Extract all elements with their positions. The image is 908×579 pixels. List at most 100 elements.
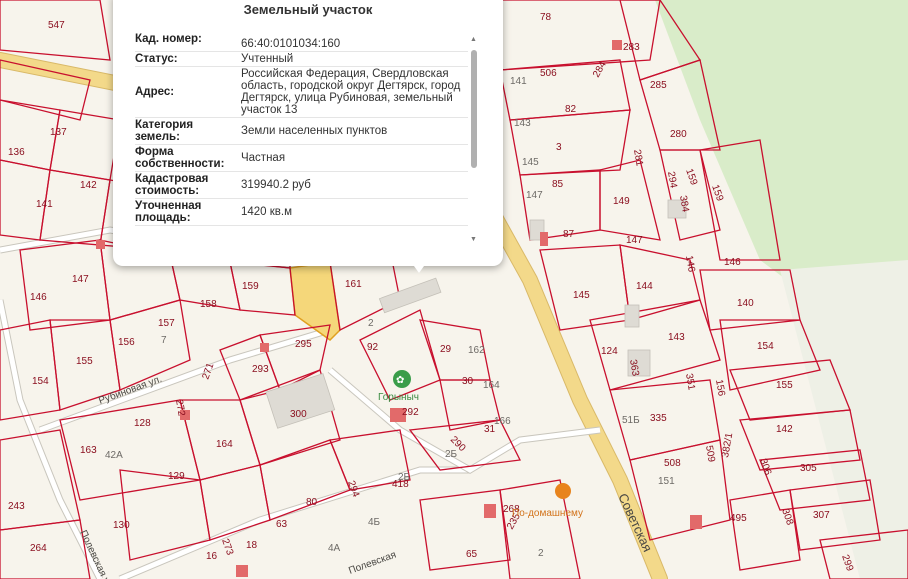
svg-text:142: 142: [776, 424, 793, 435]
svg-text:2: 2: [368, 318, 374, 329]
svg-text:154: 154: [32, 376, 49, 387]
svg-text:149: 149: [613, 196, 630, 207]
svg-text:42A: 42A: [105, 450, 123, 461]
svg-text:299: 299: [839, 553, 855, 573]
svg-text:2Б: 2Б: [445, 449, 458, 460]
svg-text:506: 506: [540, 68, 557, 79]
svg-text:145: 145: [573, 290, 590, 301]
svg-text:87: 87: [563, 229, 575, 240]
poi-gorynych[interactable]: ✿ Горыныч: [378, 370, 419, 403]
parcel-info-popup[interactable]: Земельный участок Кад. номер: 66:40:0101…: [113, 0, 503, 273]
svg-text:7: 7: [161, 335, 167, 346]
popup-title: Земельный участок: [243, 2, 373, 17]
svg-text:155: 155: [76, 356, 93, 367]
poi-podomashnemu-label: По-домашнему: [512, 508, 583, 519]
svg-text:128: 128: [134, 418, 151, 429]
svg-text:140: 140: [737, 298, 754, 309]
svg-text:18: 18: [246, 540, 258, 551]
svg-text:✿: ✿: [396, 375, 404, 386]
svg-text:30: 30: [462, 376, 474, 387]
svg-text:154: 154: [757, 341, 774, 352]
svg-text:547: 547: [48, 20, 65, 31]
svg-text:307: 307: [813, 510, 830, 521]
svg-text:92: 92: [367, 342, 379, 353]
svg-text:264: 264: [30, 543, 47, 554]
address-value: Российская Федерация, Свердловская облас…: [241, 68, 461, 116]
svg-text:158: 158: [200, 299, 217, 310]
road-polevskaya: [119, 467, 470, 579]
cadastral-number-value: 66:40:0101034:160: [241, 38, 341, 50]
land-category-value: Земли населенных пунктов: [241, 125, 388, 137]
svg-text:141: 141: [36, 199, 53, 210]
svg-text:143: 143: [668, 332, 685, 343]
svg-text:161: 161: [345, 279, 362, 290]
svg-text:3: 3: [556, 142, 562, 153]
svg-text:306: 306: [757, 457, 773, 477]
popup-scrollbar[interactable]: ▲ ▼: [470, 36, 478, 246]
svg-text:29: 29: [440, 344, 452, 355]
scroll-down-arrow-icon[interactable]: ▼: [470, 236, 477, 243]
svg-text:80: 80: [306, 497, 318, 508]
cadastral-value-value: 319940.2 руб: [241, 179, 311, 191]
svg-text:164: 164: [483, 380, 500, 391]
svg-text:300: 300: [290, 409, 307, 420]
svg-text:142: 142: [80, 180, 97, 191]
ownership-value: Частная: [241, 152, 286, 164]
row-address: Адрес: Российская Федерация, Свердловска…: [135, 67, 468, 118]
svg-text:159: 159: [683, 167, 699, 187]
poi-podomashnemu[interactable]: По-домашнему: [512, 483, 583, 519]
svg-text:147: 147: [626, 235, 643, 246]
row-label: Форма собственности:: [135, 146, 225, 170]
svg-text:382/1: 382/1: [720, 432, 735, 459]
svg-text:136: 136: [8, 147, 25, 158]
popup-rows[interactable]: Кад. номер: 66:40:0101034:160 Статус: Уч…: [135, 32, 468, 254]
svg-text:164: 164: [216, 439, 233, 450]
svg-text:137: 137: [50, 127, 67, 138]
svg-text:146: 146: [30, 292, 47, 303]
svg-text:293: 293: [252, 364, 269, 375]
svg-text:144: 144: [636, 281, 653, 292]
svg-text:285: 285: [650, 80, 667, 91]
svg-text:283: 283: [623, 42, 640, 53]
svg-text:156: 156: [713, 379, 727, 398]
row-label: Статус:: [135, 53, 178, 65]
svg-text:280: 280: [670, 129, 687, 140]
svg-text:4A: 4A: [328, 543, 341, 554]
area-value: 1420 кв.м: [241, 206, 293, 218]
svg-text:508: 508: [664, 458, 681, 469]
svg-text:51Б: 51Б: [622, 415, 640, 426]
svg-text:124: 124: [601, 346, 618, 357]
row-status: Статус: Учтенный: [135, 52, 468, 67]
svg-text:147: 147: [526, 190, 543, 201]
svg-text:141: 141: [510, 76, 527, 87]
svg-text:146: 146: [683, 255, 697, 274]
row-cadastral-number: Кад. номер: 66:40:0101034:160: [135, 32, 468, 52]
svg-text:65: 65: [466, 549, 478, 560]
svg-text:335: 335: [650, 413, 667, 424]
svg-text:2: 2: [538, 548, 544, 559]
svg-text:162: 162: [468, 345, 485, 356]
svg-text:16: 16: [206, 551, 218, 562]
scroll-up-arrow-icon[interactable]: ▲: [470, 36, 477, 43]
svg-text:292: 292: [402, 407, 419, 418]
svg-text:78: 78: [540, 12, 552, 23]
row-label: Кадастровая стоимость:: [135, 173, 209, 197]
svg-text:63: 63: [276, 519, 288, 530]
row-label: Уточненная площадь:: [135, 200, 202, 224]
svg-text:294: 294: [665, 171, 679, 190]
svg-text:295: 295: [295, 339, 312, 350]
svg-text:130: 130: [113, 520, 130, 531]
svg-text:146: 146: [724, 257, 741, 268]
svg-text:85: 85: [552, 179, 564, 190]
status-value: Учтенный: [241, 53, 294, 65]
svg-text:4Б: 4Б: [368, 517, 381, 528]
popup-pointer: [409, 259, 429, 273]
svg-text:351: 351: [683, 373, 697, 392]
street-label-west: Полевская ул.: [77, 529, 115, 579]
row-land-category: Категория земель: Земли населенных пункт…: [135, 118, 468, 145]
svg-text:129: 129: [168, 471, 185, 482]
svg-text:159: 159: [709, 183, 725, 203]
forest-area-2: [780, 260, 908, 579]
scroll-thumb[interactable]: [471, 50, 477, 168]
selected-parcel[interactable]: [289, 261, 341, 341]
